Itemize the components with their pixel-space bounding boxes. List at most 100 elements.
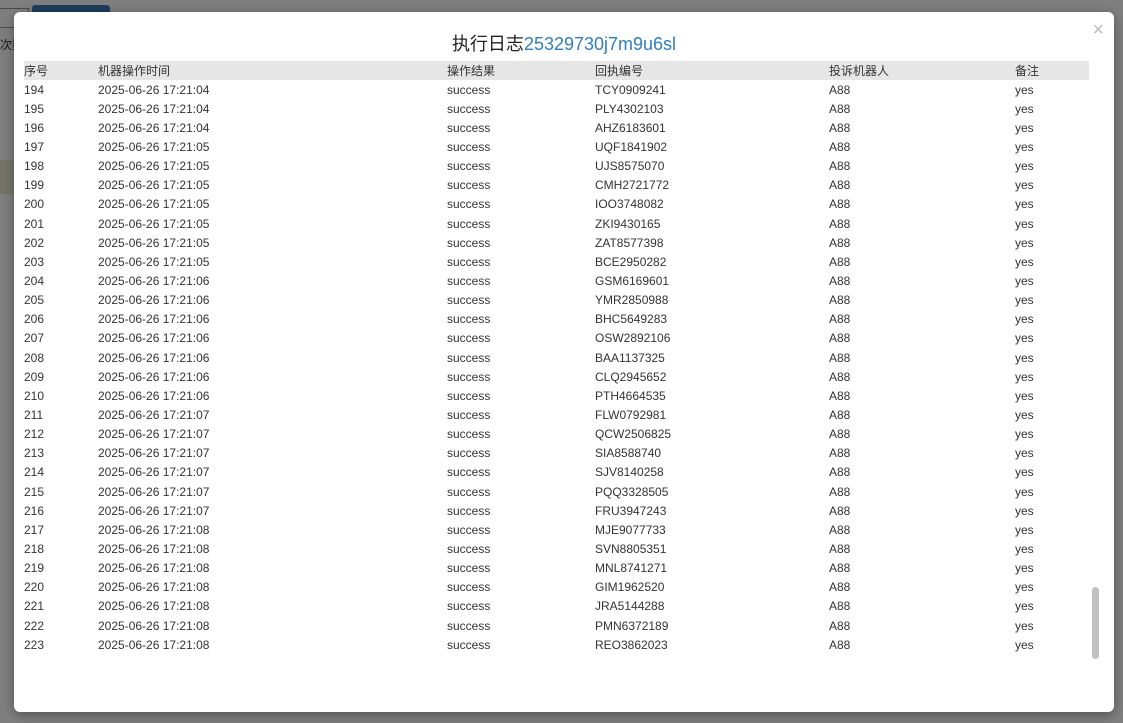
cell-complaint-robot: A88	[829, 522, 851, 537]
cell-receipt-number: MNL8741271	[595, 561, 668, 576]
cell-result: success	[447, 388, 491, 403]
header-complaint-robot: 投诉机器人	[829, 64, 890, 78]
cell-remark: yes	[1015, 484, 1034, 499]
cell-index: 210	[24, 388, 45, 403]
header-index: 序号	[24, 64, 49, 78]
cell-complaint-robot: A88	[829, 427, 851, 442]
cell-operation-time: 2025-06-26 17:21:06	[98, 350, 210, 365]
cell-index: 223	[24, 637, 45, 652]
cell-result: success	[447, 312, 491, 327]
cell-complaint-robot: A88	[829, 580, 851, 595]
cell-receipt-number: QCW2506825	[595, 427, 672, 442]
cell-operation-time: 2025-06-26 17:21:07	[98, 484, 210, 499]
cell-result: success	[447, 427, 491, 442]
table-row: 200 2025-06-26 17:21:05 success IOO3748082 A…	[24, 195, 1089, 214]
table-row: 218 2025-06-26 17:21:08 success SVN8805351 A…	[24, 539, 1089, 558]
cell-remark: yes	[1015, 522, 1034, 537]
header-remark: 备注	[1015, 64, 1040, 78]
cell-result: success	[447, 293, 491, 308]
cell-operation-time: 2025-06-26 17:21:08	[98, 599, 210, 614]
cell-index: 200	[24, 197, 45, 212]
cell-result: success	[447, 369, 491, 384]
cell-complaint-robot: A88	[829, 254, 851, 269]
cell-remark: yes	[1015, 197, 1034, 212]
cell-operation-time: 2025-06-26 17:21:07	[98, 446, 210, 461]
cell-receipt-number: GSM6169601	[595, 273, 670, 288]
table-row: 210 2025-06-26 17:21:06 success PTH4664535 A…	[24, 386, 1089, 405]
execution-log-modal: 执行日志25329730j7m9u6sl × 序号 机器操作时间 操作结果 回执…	[14, 12, 1114, 712]
cell-index: 201	[24, 216, 45, 231]
cell-result: success	[447, 446, 491, 461]
cell-result: success	[447, 197, 491, 212]
cell-index: 194	[24, 82, 45, 97]
cell-receipt-number: CLQ2945652	[595, 369, 667, 384]
cell-operation-time: 2025-06-26 17:21:08	[98, 561, 210, 576]
cell-receipt-number: FRU3947243	[595, 503, 667, 518]
cell-receipt-number: UJS8575070	[595, 159, 665, 174]
cell-receipt-number: AHZ6183601	[595, 120, 666, 135]
cell-result: success	[447, 637, 491, 652]
close-icon[interactable]: ×	[1092, 20, 1104, 40]
cell-index: 198	[24, 159, 45, 174]
cell-operation-time: 2025-06-26 17:21:06	[98, 293, 210, 308]
cell-complaint-robot: A88	[829, 561, 851, 576]
table-row: 221 2025-06-26 17:21:08 success JRA5144288 A…	[24, 597, 1089, 616]
cell-receipt-number: SVN8805351	[595, 541, 667, 556]
cell-complaint-robot: A88	[829, 101, 851, 116]
cell-complaint-robot: A88	[829, 216, 851, 231]
cell-receipt-number: BHC5649283	[595, 312, 668, 327]
cell-complaint-robot: A88	[829, 446, 851, 461]
table-body: 194 2025-06-26 17:21:04 success TCY0909241 A…	[24, 80, 1089, 654]
cell-result: success	[447, 178, 491, 193]
cell-index: 208	[24, 350, 45, 365]
cell-result: success	[447, 120, 491, 135]
cell-index: 204	[24, 273, 45, 288]
cell-result: success	[447, 331, 491, 346]
cell-result: success	[447, 484, 491, 499]
cell-receipt-number: ZKI9430165	[595, 216, 661, 231]
cell-result: success	[447, 101, 491, 116]
log-table-container[interactable]: 序号 机器操作时间 操作结果 回执编号 投诉机器人 备注 194 2025-06-…	[24, 61, 1089, 661]
scrollbar-thumb[interactable]	[1092, 587, 1099, 659]
cell-operation-time: 2025-06-26 17:21:06	[98, 331, 210, 346]
cell-remark: yes	[1015, 407, 1034, 422]
cell-receipt-number: OSW2892106	[595, 331, 671, 346]
table-row: 213 2025-06-26 17:21:07 success SIA8588740 A…	[24, 444, 1089, 463]
table-row: 195 2025-06-26 17:21:04 success PLY4302103 A…	[24, 99, 1089, 118]
cell-remark: yes	[1015, 312, 1034, 327]
cell-receipt-number: ZAT8577398	[595, 235, 664, 250]
cell-index: 211	[24, 407, 44, 422]
table-row: 216 2025-06-26 17:21:07 success FRU3947243 A…	[24, 501, 1089, 520]
cell-remark: yes	[1015, 541, 1034, 556]
cell-receipt-number: CMH2721772	[595, 178, 670, 193]
cell-remark: yes	[1015, 293, 1034, 308]
table-row: 223 2025-06-26 17:21:08 success REO3862023 A…	[24, 635, 1089, 654]
cell-index: 218	[24, 541, 45, 556]
cell-operation-time: 2025-06-26 17:21:08	[98, 580, 210, 595]
cell-operation-time: 2025-06-26 17:21:04	[98, 82, 210, 97]
cell-result: success	[447, 139, 491, 154]
cell-operation-time: 2025-06-26 17:21:07	[98, 503, 210, 518]
cell-complaint-robot: A88	[829, 120, 851, 135]
cell-operation-time: 2025-06-26 17:21:06	[98, 273, 210, 288]
cell-remark: yes	[1015, 465, 1034, 480]
cell-index: 197	[24, 139, 45, 154]
cell-remark: yes	[1015, 388, 1034, 403]
cell-complaint-robot: A88	[829, 139, 851, 154]
cell-index: 203	[24, 254, 45, 269]
cell-result: success	[447, 599, 491, 614]
cell-complaint-robot: A88	[829, 312, 851, 327]
cell-operation-time: 2025-06-26 17:21:08	[98, 522, 210, 537]
cell-result: success	[447, 159, 491, 174]
table-scrollbar[interactable]	[1091, 61, 1101, 661]
cell-complaint-robot: A88	[829, 159, 851, 174]
cell-index: 196	[24, 120, 45, 135]
cell-remark: yes	[1015, 216, 1034, 231]
cell-remark: yes	[1015, 580, 1034, 595]
header-result: 操作结果	[447, 64, 496, 78]
cell-complaint-robot: A88	[829, 82, 851, 97]
table-row: 207 2025-06-26 17:21:06 success OSW2892106 A…	[24, 329, 1089, 348]
cell-remark: yes	[1015, 561, 1034, 576]
cell-remark: yes	[1015, 331, 1034, 346]
cell-receipt-number: PQQ3328505	[595, 484, 669, 499]
